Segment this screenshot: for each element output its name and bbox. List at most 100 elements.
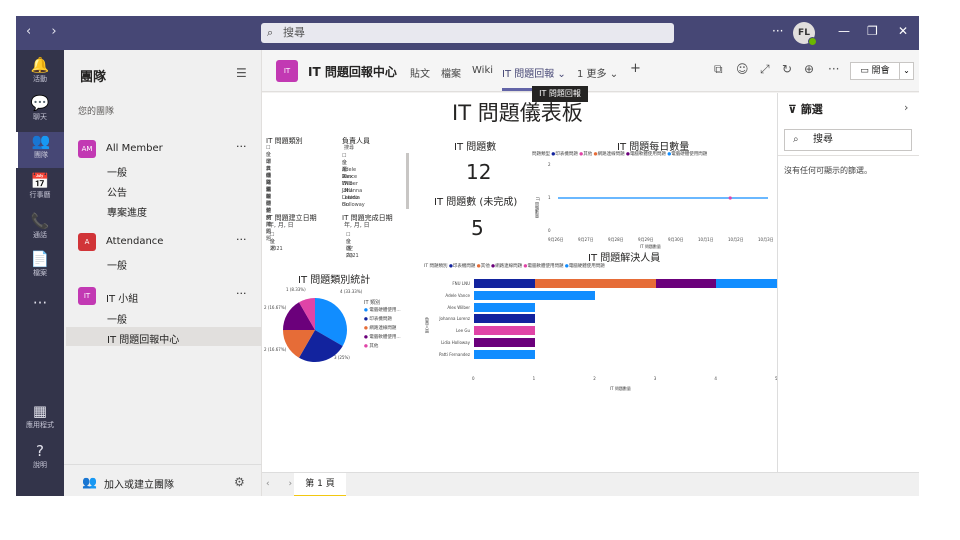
legend-label: 電腦硬體使用...	[369, 308, 401, 313]
tab-it-report[interactable]: IT 問題回報 ⌄	[502, 65, 566, 80]
resolver-y-label: 負責人員	[425, 317, 430, 333]
rail-item-activity[interactable]: 🔔 活動	[16, 56, 64, 92]
team-avatar: IT	[78, 287, 96, 305]
daily-x-tick: 9月27日	[578, 237, 594, 242]
legend-label: 其他	[480, 264, 490, 269]
team-more-icon[interactable]: ···	[236, 287, 247, 300]
resolver-bar-segment[interactable]	[474, 302, 535, 312]
resolver-bar-segment[interactable]	[474, 326, 535, 336]
slicer-item[interactable]: ☐ 2021	[270, 239, 283, 253]
avatar-initials: FL	[798, 28, 810, 38]
collapse-chevron-icon[interactable]: ›	[904, 101, 908, 114]
meet-button[interactable]: ▭ 開會	[850, 62, 900, 80]
tab-posts[interactable]: 貼文	[410, 65, 430, 80]
pie-legend-item[interactable]: ● 電腦軟體使用...	[364, 334, 401, 340]
pie-legend-item[interactable]: ● 網路連線問題	[364, 325, 396, 331]
activity-icon: 🔔	[30, 56, 50, 74]
checkbox-icon: ☐	[266, 180, 271, 186]
tab-files[interactable]: 檔案	[441, 65, 461, 80]
meet-dropdown[interactable]: ⌄	[900, 62, 914, 80]
rail-item-help[interactable]: ? 說明	[16, 442, 64, 478]
rail-item-calendar[interactable]: 📅 行事曆	[16, 172, 64, 208]
rail-item-teams[interactable]: 👥 團隊	[16, 132, 64, 168]
rail-item-files[interactable]: 📄 檔案	[16, 250, 64, 286]
refresh-icon[interactable]: ↻	[782, 62, 792, 76]
rail-label-files: 檔案	[33, 269, 47, 277]
page-tab-1[interactable]: 第 1 頁	[294, 473, 346, 496]
rail-item-apps[interactable]: ▦ 應用程式	[16, 402, 64, 438]
resolver-bar-segment[interactable]	[534, 279, 656, 288]
slicer-created-sub: 年, 月, 日	[268, 222, 294, 229]
slicer-scrollbar[interactable]	[406, 153, 409, 209]
resolver-bar-segment[interactable]	[474, 349, 535, 359]
search-input[interactable]: ⌕ 搜尋	[261, 23, 674, 43]
add-tab-icon[interactable]: +	[630, 61, 641, 76]
daily-y-tick: 2	[548, 162, 551, 167]
pie-slice-label: 2 (16.67%)	[264, 305, 287, 310]
resolver-x-tick: 4	[714, 375, 717, 381]
title-bar: ‹ › ⌕ 搜尋 ··· FL — ❐ ✕	[16, 16, 919, 50]
join-create-team-link[interactable]: 加入或建立團隊	[104, 476, 174, 491]
daily-point[interactable]	[728, 196, 732, 200]
tab-wiki[interactable]: Wiki	[472, 65, 493, 76]
avatar[interactable]: FL	[793, 22, 817, 46]
resolver-bar-segment[interactable]	[474, 290, 596, 300]
gear-icon[interactable]: ⚙	[234, 475, 245, 489]
team-item[interactable]: A Attendance ···	[78, 233, 262, 251]
pie-legend-item[interactable]: ● 印表機問題	[364, 316, 392, 322]
kpi-total-title: IT 問題數	[454, 142, 497, 153]
channel-item[interactable]: 一般	[107, 311, 127, 326]
minimize-button[interactable]: —	[838, 24, 850, 38]
team-item[interactable]: IT IT 小組 ···	[78, 287, 262, 305]
close-button[interactable]: ✕	[898, 24, 908, 38]
slicer-item[interactable]: ☐ Lidia Holloway	[342, 195, 365, 209]
filters-search-input[interactable]: ⌕ 搜尋	[784, 129, 912, 151]
rail-item-calls[interactable]: 📞 通話	[16, 212, 64, 248]
slicer-item-label: 2021	[346, 253, 359, 259]
popout-icon[interactable]: ⧉	[714, 62, 723, 77]
expand-icon[interactable]: ⤢	[760, 62, 770, 77]
resolver-bar-segment[interactable]	[474, 279, 535, 288]
resolver-title: IT 問題解決人員	[588, 253, 661, 264]
search-placeholder: 搜尋	[283, 26, 305, 39]
app-rail: 🔔 活動 💬 聊天 👥 團隊 📅 行事曆 📞 通話 📄 檔案 ··· ▦ 應用程式 ? 說明	[16, 50, 64, 496]
back-forward-icons[interactable]: ‹ ›	[26, 24, 65, 39]
channel-item[interactable]: 專案進度	[107, 204, 147, 219]
rail-label-chat: 聊天	[33, 113, 47, 121]
filter-icon[interactable]: ☰	[236, 66, 247, 80]
resolver-bar-segment[interactable]	[474, 338, 535, 347]
team-more-icon[interactable]: ···	[236, 140, 247, 153]
tab-more[interactable]: 1 更多 ⌄	[577, 65, 618, 80]
channel-item[interactable]: 一般	[107, 164, 127, 179]
resolver-x-tick: 3	[653, 375, 657, 381]
camera-icon: ▭	[860, 66, 872, 76]
restore-button[interactable]: ❐	[867, 24, 878, 38]
resolver-bar-segment[interactable]	[474, 314, 535, 324]
pie-slice-label: 2 (16.67%)	[264, 347, 287, 352]
legend-label: 印表機問題	[452, 264, 476, 269]
channel-item[interactable]: 一般	[107, 257, 127, 272]
slicer-owner-search[interactable]: 搜尋	[344, 145, 354, 152]
pie-legend-item[interactable]: ● 電腦硬體使用...	[364, 307, 401, 313]
rail-item-chat[interactable]: 💬 聊天	[16, 94, 64, 130]
channel-icon: IT	[276, 60, 298, 82]
channel-item[interactable]: 公告	[107, 184, 127, 199]
slicer-item[interactable]: ☐ 2021	[346, 246, 359, 260]
pie-legend-title: IT 類別	[364, 300, 381, 306]
resolver-bar-segment[interactable]	[716, 279, 777, 288]
slicer-category-title: IT 問題類別	[266, 137, 303, 145]
resolver-bar-segment[interactable]	[655, 279, 717, 288]
more-options-icon[interactable]: ···	[828, 62, 839, 76]
resolver-category: Lidia Holloway	[441, 340, 470, 345]
pie-legend-item[interactable]: ● 其他	[364, 343, 378, 349]
slicer-item-label: 2021	[270, 246, 283, 252]
globe-icon[interactable]: ⊕	[804, 62, 814, 76]
rail-item-more-apps[interactable]: ···	[16, 294, 64, 330]
more-icon[interactable]: ···	[772, 24, 783, 38]
conversation-icon[interactable]: ☺	[736, 62, 749, 76]
filters-title-text: 篩選	[800, 103, 823, 116]
channel-item[interactable]: IT 問題回報中心	[107, 331, 179, 346]
team-more-icon[interactable]: ···	[236, 233, 247, 246]
checkbox-icon: ☐	[342, 181, 347, 187]
team-item[interactable]: AM All Member ···	[78, 140, 262, 158]
